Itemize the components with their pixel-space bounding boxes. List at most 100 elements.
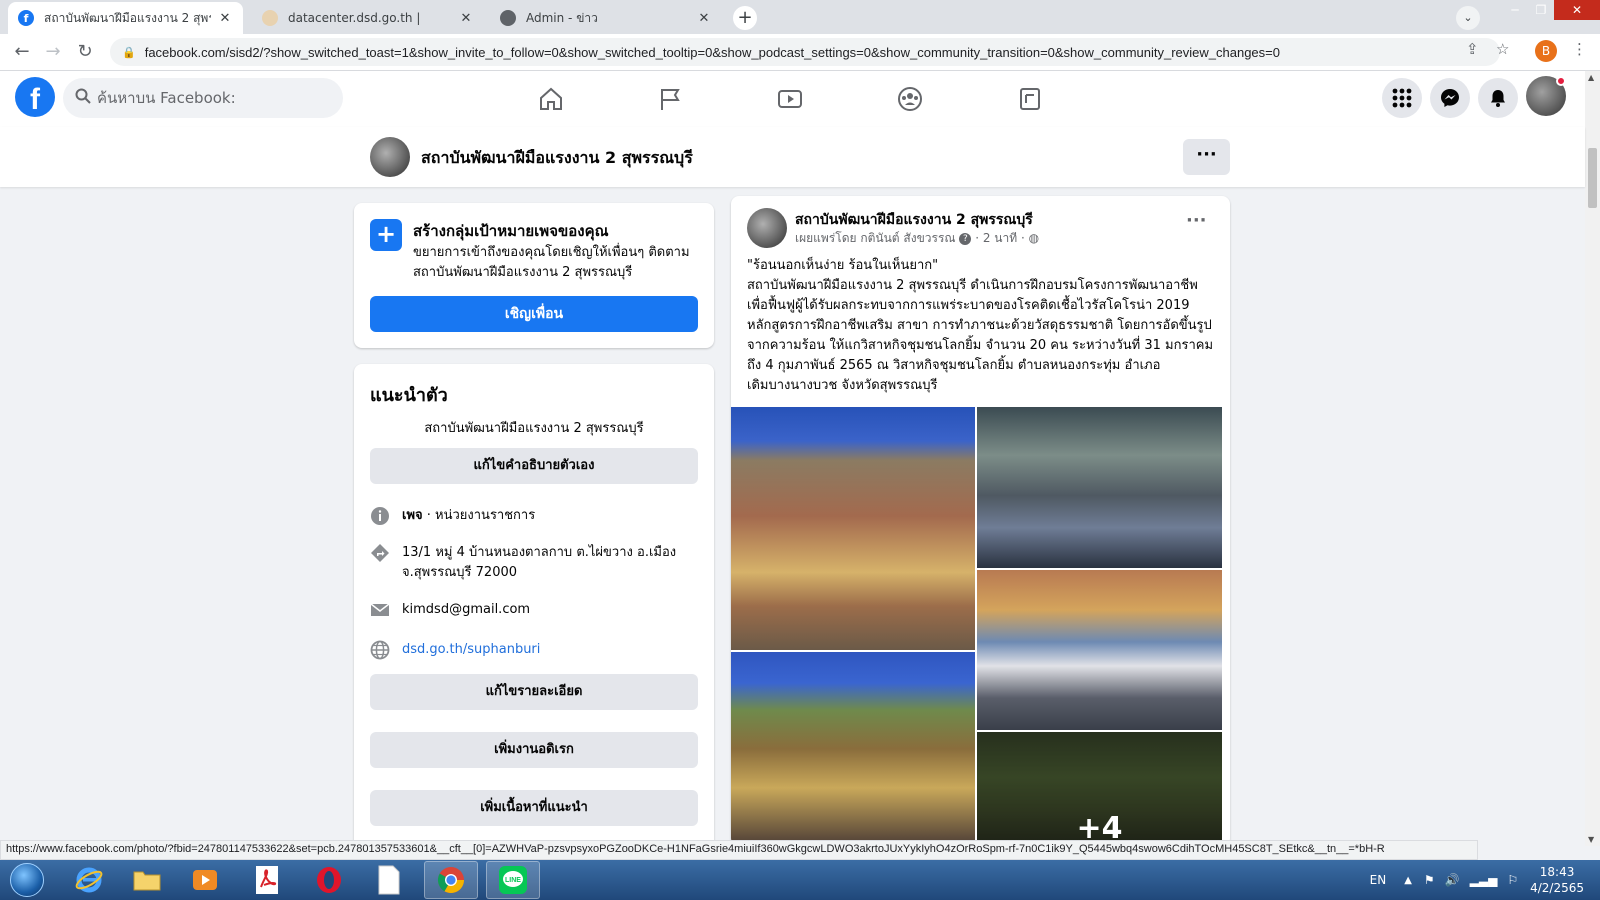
account-avatar[interactable] xyxy=(1526,76,1566,116)
post-author-avatar[interactable] xyxy=(747,208,787,248)
intro-heading: แนะนำตัว xyxy=(370,385,448,406)
page-more-button[interactable]: ··· xyxy=(1183,139,1230,175)
facebook-search[interactable] xyxy=(63,78,343,118)
forward-arrow-icon[interactable]: → xyxy=(41,40,65,64)
invite-friends-card: + สร้างกลุ่มเป้าหมายเพจของคุณ ขยายการเข้… xyxy=(354,203,714,348)
invite-friends-button[interactable]: เชิญเพื่อน xyxy=(370,296,698,332)
chrome-menu-icon[interactable]: ⋮ xyxy=(1572,40,1587,58)
messenger-icon xyxy=(1441,89,1459,107)
pdf-icon xyxy=(256,866,278,894)
bell-icon xyxy=(1491,90,1505,107)
post-author-name[interactable]: สถาบันพัฒนาฝีมือแรงงาน 2 สุพรรณบุรี xyxy=(795,209,1033,231)
tab-search-icon[interactable]: ⌄ xyxy=(1456,6,1480,30)
taskbar-media-player[interactable] xyxy=(178,861,232,899)
tab-title: datacenter.dsd.go.th | xyxy=(288,11,421,25)
clock-date: 4/2/2565 xyxy=(1530,881,1584,895)
help-icon[interactable]: ? xyxy=(959,232,972,245)
new-tab-button[interactable]: + xyxy=(733,6,757,30)
network-alert-icon[interactable]: ⚑ xyxy=(1424,873,1435,887)
edit-details-button[interactable]: แก้ไขรายละเอียด xyxy=(370,674,698,710)
show-hidden-icons-icon[interactable]: ▲ xyxy=(1404,875,1412,886)
close-window-icon[interactable]: ✕ xyxy=(1554,0,1600,20)
taskbar-pdf-reader[interactable] xyxy=(240,861,294,899)
nav-watch[interactable] xyxy=(734,77,846,121)
page-avatar[interactable] xyxy=(370,137,410,177)
language-indicator[interactable]: EN xyxy=(1370,873,1387,887)
post-photo-1[interactable] xyxy=(731,407,975,650)
notifications-button[interactable] xyxy=(1478,78,1518,118)
post-photo-2[interactable] xyxy=(977,407,1222,568)
taskbar-line[interactable]: LINE xyxy=(486,861,540,899)
taskbar-opera[interactable] xyxy=(302,861,356,899)
reload-icon[interactable]: ↻ xyxy=(73,40,97,64)
page-scrollbar[interactable]: ▲ ▼ xyxy=(1585,71,1600,846)
groups-icon xyxy=(898,87,922,111)
video-icon xyxy=(778,90,802,108)
close-tab-icon[interactable]: ✕ xyxy=(696,11,712,26)
nav-pages[interactable] xyxy=(614,77,726,121)
window-controls: ─ ❐ ✕ xyxy=(1502,0,1600,22)
browser-tab-admin[interactable]: Admin - ข่าว ✕ xyxy=(490,2,722,34)
add-featured-button[interactable]: เพิ่มเนื้อหาที่แนะนำ xyxy=(370,790,698,826)
post-photo-5[interactable]: +4 xyxy=(977,732,1222,846)
maximize-icon[interactable]: ❐ xyxy=(1528,0,1554,20)
address-bar[interactable]: 🔒 facebook.com/sisd2/?show_switched_toas… xyxy=(110,38,1500,66)
search-input[interactable] xyxy=(97,89,317,107)
edit-bio-button[interactable]: แก้ไขคำอธิบายตัวเอง xyxy=(370,448,698,484)
address-text: 13/1 หมู่ 4 บ้านหนองตาลกาบ ต.ไผ่ขวาง อ.เ… xyxy=(402,545,677,580)
page-sticky-header: สถาบันพัฒนาฝีมือแรงงาน 2 สุพรรณบุรี ··· xyxy=(0,127,1585,187)
scroll-down-arrow-icon[interactable]: ▼ xyxy=(1588,835,1594,844)
close-tab-icon[interactable]: ✕ xyxy=(217,11,233,26)
more-photos-overlay[interactable]: +4 xyxy=(977,732,1222,846)
globe-icon xyxy=(370,640,390,660)
close-tab-icon[interactable]: ✕ xyxy=(458,11,474,26)
browser-profile-avatar[interactable]: B xyxy=(1535,40,1557,62)
volume-icon[interactable]: 🔊 xyxy=(1445,873,1460,887)
taskbar-internet-explorer[interactable] xyxy=(62,861,116,899)
lock-icon: 🔒 xyxy=(122,45,136,59)
post-photo-4[interactable] xyxy=(731,652,975,846)
page-category: · หน่วยงานราชการ xyxy=(422,508,536,523)
start-button[interactable] xyxy=(4,861,50,899)
minimize-icon[interactable]: ─ xyxy=(1502,0,1528,20)
nav-gaming[interactable] xyxy=(974,77,1086,121)
url-text: facebook.com/sisd2/?show_switched_toast=… xyxy=(144,44,1280,60)
taskbar-chrome[interactable] xyxy=(424,861,478,899)
scrollbar-thumb[interactable] xyxy=(1588,148,1597,208)
messenger-button[interactable] xyxy=(1430,78,1470,118)
taskbar-explorer[interactable] xyxy=(120,861,174,899)
grid-icon xyxy=(1392,88,1412,108)
signal-icon[interactable]: ▂▃▅ xyxy=(1470,873,1498,887)
post-published-by: เผยแพร่โดย กตินันต์ สังขวรรณ xyxy=(795,231,956,245)
page-title[interactable]: สถาบันพัฒนาฝีมือแรงงาน 2 สุพรรณบุรี xyxy=(421,146,693,171)
menu-grid-button[interactable] xyxy=(1382,78,1422,118)
scroll-up-arrow-icon[interactable]: ▲ xyxy=(1588,73,1594,82)
clock-time: 18:43 xyxy=(1539,865,1575,879)
nav-home[interactable] xyxy=(495,77,607,121)
website-link[interactable]: dsd.go.th/suphanburi xyxy=(402,640,540,660)
action-center-icon[interactable]: ⚐ xyxy=(1507,873,1518,887)
bookmark-star-icon[interactable]: ☆ xyxy=(1496,40,1509,58)
add-hobbies-button[interactable]: เพิ่มงานอดิเรก xyxy=(370,732,698,768)
nav-groups[interactable] xyxy=(854,77,966,121)
datacenter-favicon-icon xyxy=(262,10,278,26)
post-photo-3[interactable] xyxy=(977,570,1222,730)
envelope-icon xyxy=(370,600,390,620)
share-icon[interactable]: ⇪ xyxy=(1466,40,1479,58)
taskbar-notepad[interactable] xyxy=(362,861,416,899)
post-time[interactable]: · 2 นาที · xyxy=(975,231,1025,245)
system-tray: EN ▲ ⚑ 🔊 ▂▃▅ ⚐ 18:43 4/2/2565 xyxy=(1370,860,1600,900)
back-arrow-icon[interactable]: ← xyxy=(10,40,34,64)
opera-icon xyxy=(317,867,341,893)
page-label: เพจ xyxy=(402,508,423,523)
browser-tab-datacenter[interactable]: datacenter.dsd.go.th | ✕ xyxy=(252,2,484,34)
browser-tab-facebook[interactable]: f สถาบันพัฒนาฝีมือแรงงาน 2 สุพรรณบุรี | … xyxy=(8,2,243,34)
taskbar-clock[interactable]: 18:43 4/2/2565 xyxy=(1530,864,1584,896)
email-text[interactable]: kimdsd@gmail.com xyxy=(402,600,530,620)
add-audience-icon: + xyxy=(370,219,402,251)
facebook-logo-icon[interactable]: f xyxy=(15,77,55,117)
public-globe-icon: ◍ xyxy=(1028,231,1040,245)
flag-icon xyxy=(661,89,680,110)
post-options-button[interactable]: ··· xyxy=(1186,210,1207,231)
search-icon xyxy=(75,88,91,108)
